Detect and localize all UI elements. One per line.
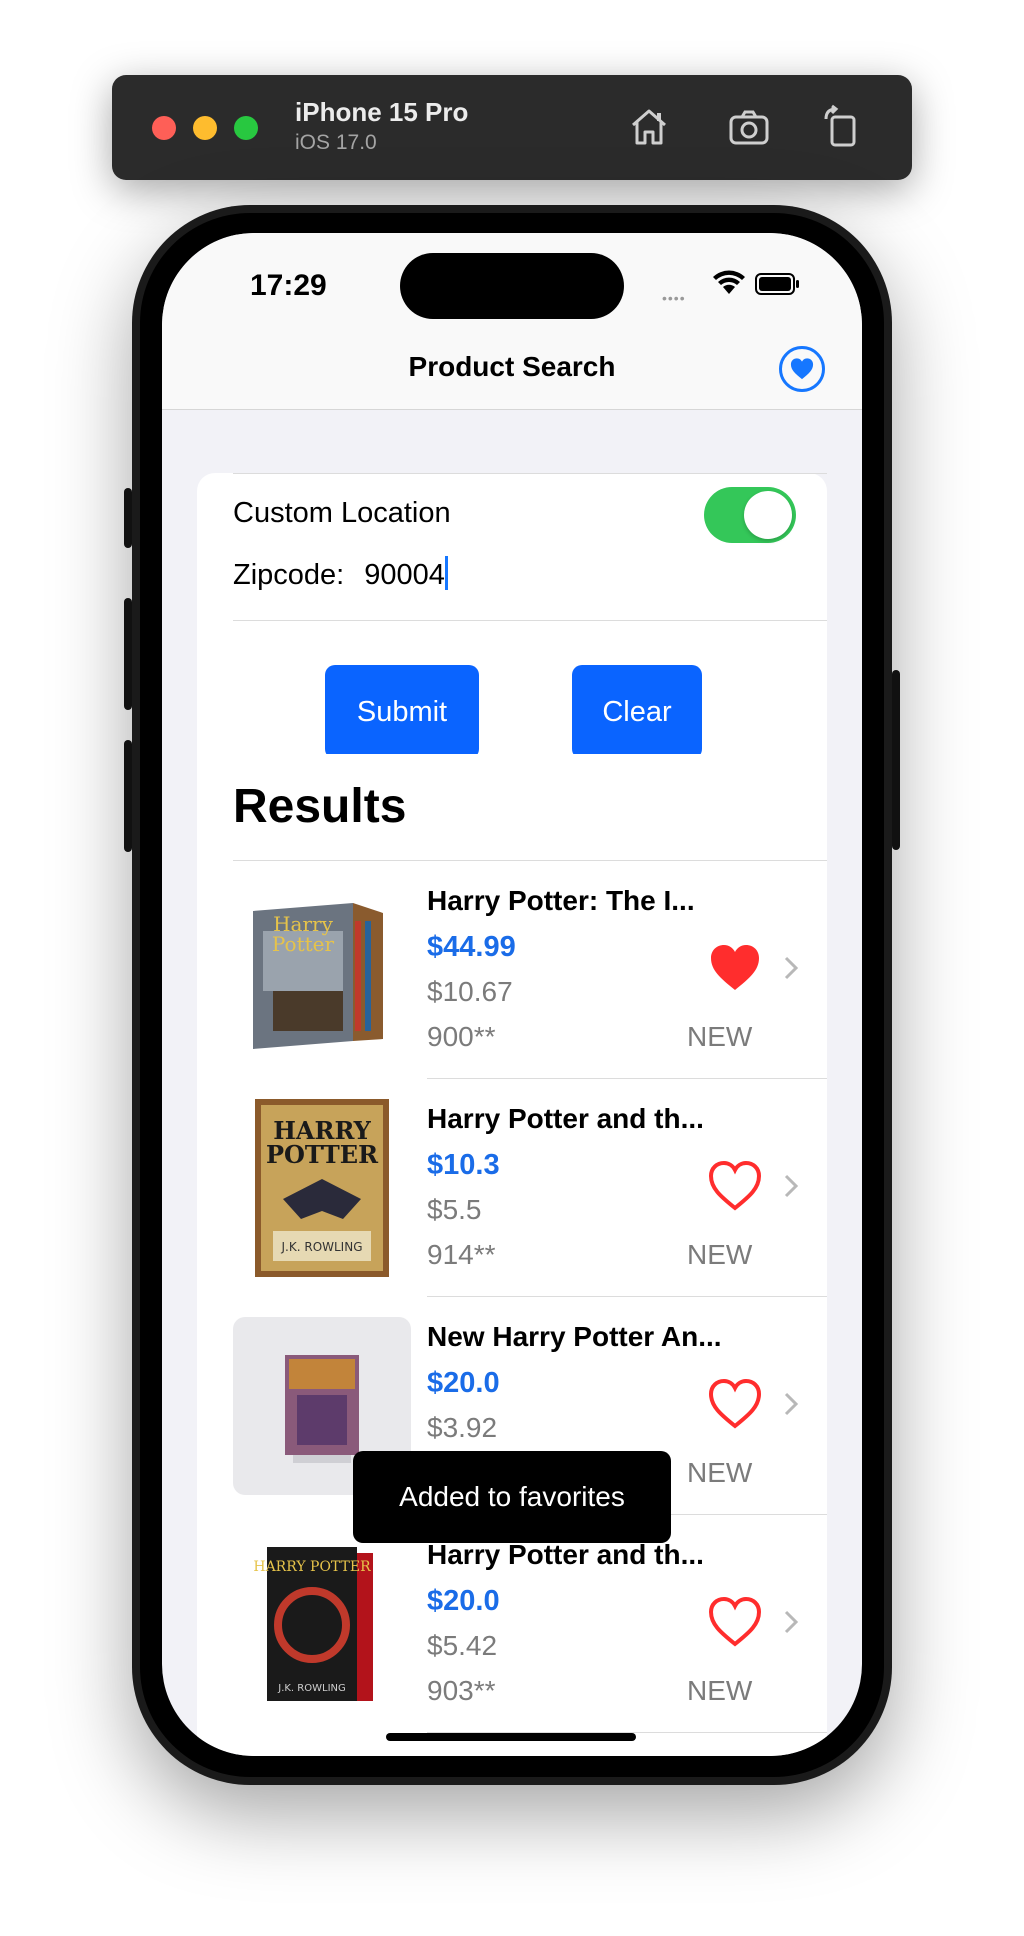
heart-filled-icon[interactable]: [708, 942, 762, 994]
volume-up-button: [124, 598, 132, 710]
product-price: $20.0: [427, 1585, 500, 1617]
favorites-button[interactable]: [779, 346, 825, 392]
svg-text:Potter: Potter: [272, 932, 335, 956]
results-heading: Results: [233, 780, 407, 833]
wifi-icon: [713, 270, 745, 294]
close-window-button[interactable]: [152, 116, 176, 140]
chevron-right-icon: [784, 1174, 799, 1198]
volume-down-button: [124, 740, 132, 852]
chevron-right-icon: [784, 1610, 799, 1634]
dynamic-island: [400, 253, 624, 319]
status-time: 17:29: [250, 269, 327, 302]
custom-location-toggle[interactable]: [704, 487, 796, 543]
submit-button[interactable]: Submit: [325, 665, 479, 759]
clear-button[interactable]: Clear: [572, 665, 702, 759]
product-title: Harry Potter: The I...: [427, 885, 695, 916]
rotate-icon[interactable]: [818, 103, 866, 151]
product-thumbnail: HARRY POTTER J.K. ROWLING: [233, 1099, 411, 1277]
divider: [233, 620, 827, 621]
chevron-right-icon: [784, 956, 799, 980]
product-title: New Harry Potter An...: [427, 1321, 722, 1352]
battery-icon: [755, 273, 799, 295]
action-button: [124, 488, 132, 548]
results-card: Results Harry Potter Harry Potter: The I…: [197, 754, 827, 1756]
condition-label: NEW: [687, 1239, 753, 1270]
home-icon[interactable]: [625, 103, 673, 151]
svg-text:J.K. ROWLING: J.K. ROWLING: [281, 1240, 363, 1254]
heart-circle-icon: [790, 358, 814, 380]
result-row[interactable]: Harry Potter Harry Potter: The I... $44.…: [197, 861, 827, 1079]
signal-dots: ••••: [662, 290, 686, 306]
product-title: Harry Potter and th...: [427, 1103, 704, 1134]
result-row[interactable]: HARRY POTTER J.K. ROWLING Harry Potter a…: [197, 1079, 827, 1297]
seller-zip: 914**: [427, 1239, 496, 1270]
product-thumbnail: Harry Potter: [233, 881, 411, 1059]
heart-outline-icon[interactable]: [708, 1596, 762, 1648]
zipcode-input[interactable]: 90004: [364, 559, 445, 592]
result-row[interactable]: HARRY POTTER J.K. ROWLING Harry Potter a…: [197, 1515, 827, 1733]
condition-label: NEW: [687, 1457, 753, 1488]
product-price: $10.3: [427, 1149, 500, 1181]
text-caret: [444, 556, 448, 590]
heart-outline-icon[interactable]: [708, 1378, 762, 1430]
heart-outline-icon[interactable]: [708, 1160, 762, 1212]
zoom-window-button[interactable]: [234, 116, 258, 140]
product-title: Harry Potter and th...: [427, 1539, 704, 1570]
minimize-window-button[interactable]: [193, 116, 217, 140]
svg-text:J.K. ROWLING: J.K. ROWLING: [277, 1683, 346, 1694]
device-name: iPhone 15 Pro: [295, 97, 469, 127]
condition-label: NEW: [687, 1675, 753, 1706]
divider: [233, 473, 827, 474]
product-price: $44.99: [427, 931, 516, 963]
product-thumbnail: HARRY POTTER J.K. ROWLING: [233, 1535, 411, 1713]
toast-message: Added to favorites: [353, 1451, 671, 1543]
seller-zip: 900**: [427, 1021, 496, 1052]
product-price: $20.0: [427, 1367, 500, 1399]
screenshot-icon[interactable]: [725, 103, 773, 151]
toggle-knob: [744, 491, 792, 539]
power-button: [892, 670, 900, 850]
os-version: iOS 17.0: [295, 131, 377, 154]
shipping-cost: $5.42: [427, 1630, 498, 1661]
phone-screen: Custom Location Zipcode: 90004 Submit Cl…: [162, 233, 862, 1756]
home-indicator[interactable]: [386, 1733, 636, 1741]
zipcode-label: Zipcode:: [233, 559, 345, 591]
zipcode-row: Zipcode: 90004: [233, 556, 448, 592]
custom-location-label: Custom Location: [233, 497, 451, 529]
seller-zip: 903**: [427, 1675, 496, 1706]
simulator-toolbar: iPhone 15 Pro iOS 17.0: [112, 75, 912, 180]
shipping-cost: $5.5: [427, 1194, 482, 1225]
page-title: Product Search: [408, 351, 616, 382]
shipping-cost: $3.92: [427, 1412, 498, 1443]
shipping-cost: $10.67: [427, 976, 513, 1007]
chevron-right-icon: [784, 1392, 799, 1416]
svg-text:HARRY POTTER: HARRY POTTER: [253, 1559, 371, 1575]
condition-label: NEW: [687, 1021, 753, 1052]
svg-text:POTTER: POTTER: [266, 1140, 379, 1169]
